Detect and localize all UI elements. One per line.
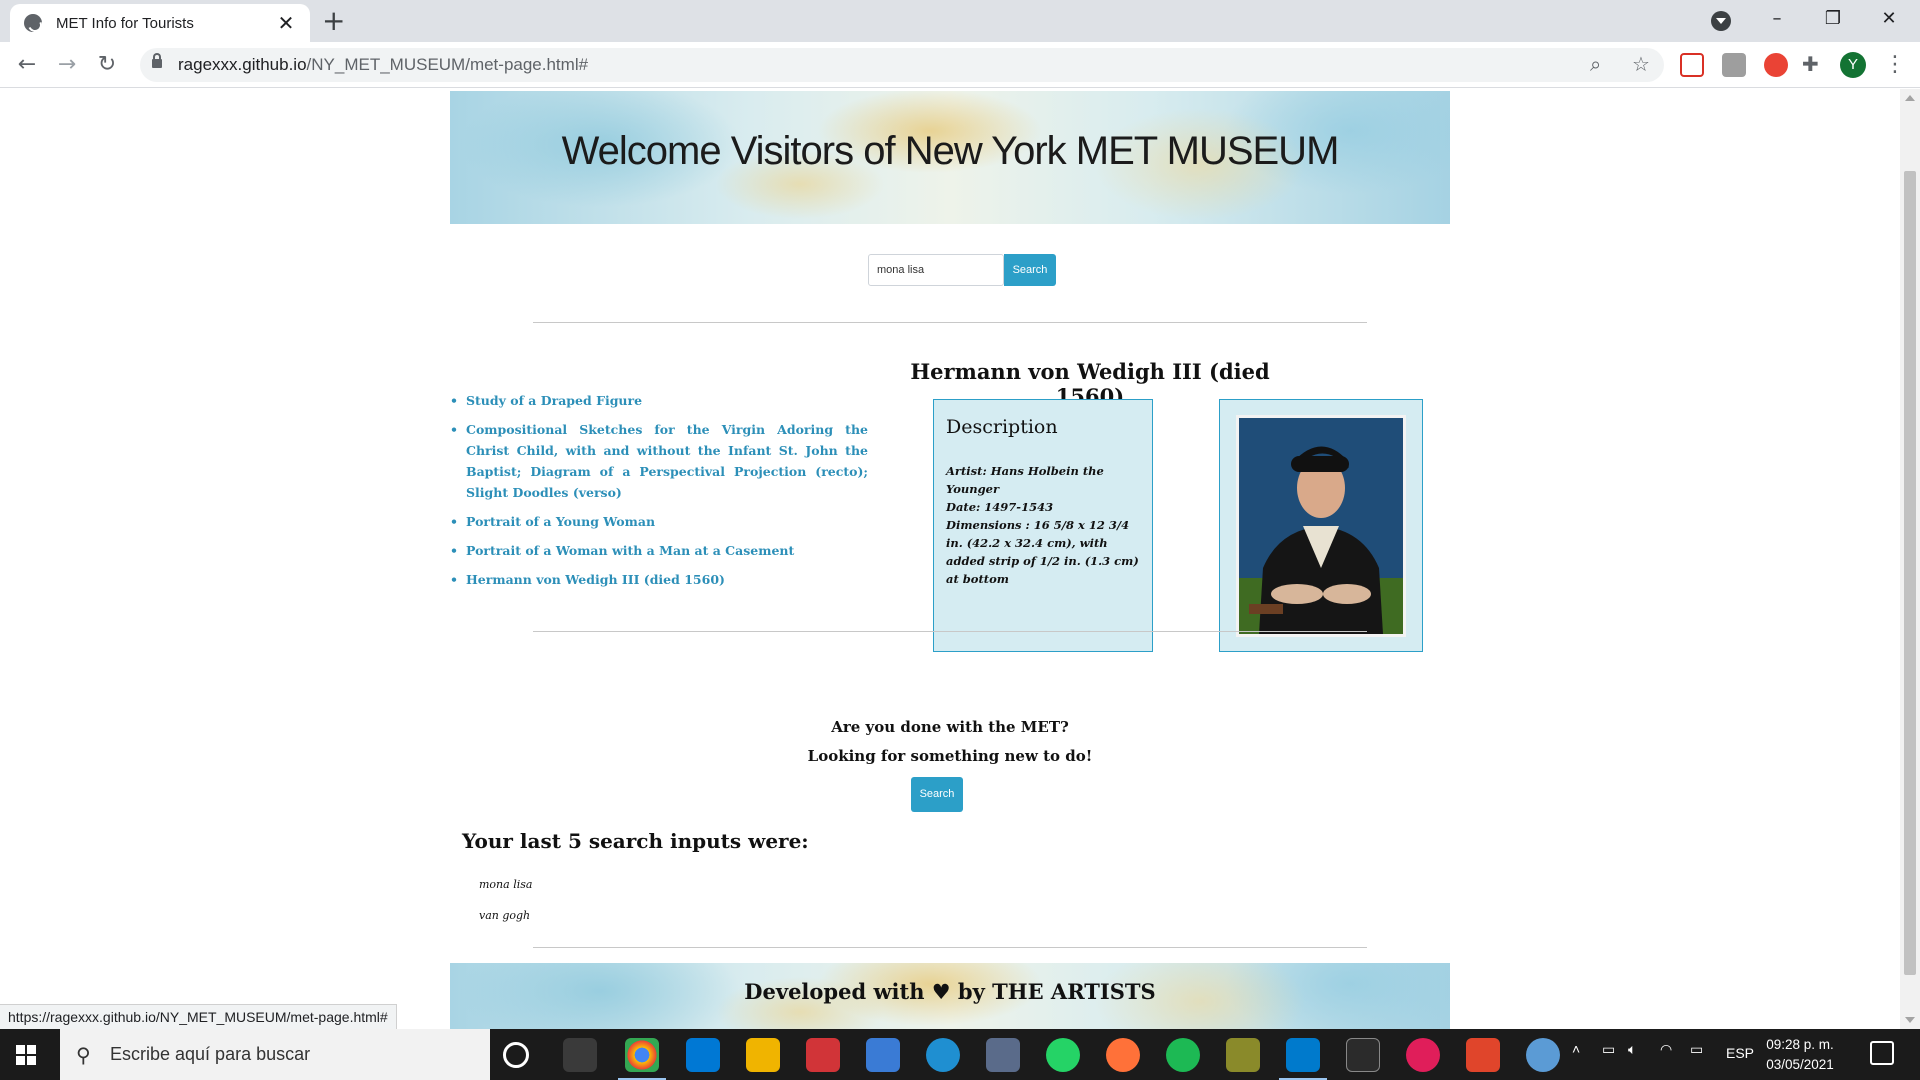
firefox-app-icon[interactable] <box>1106 1038 1140 1072</box>
taskbar-search-placeholder: Escribe aquí para buscar <box>110 1044 311 1064</box>
scroll-up-icon[interactable] <box>1905 95 1915 101</box>
status-bar-url: https://ragexxx.github.io/NY_MET_MUSEUM/… <box>0 1004 397 1029</box>
taskbar-search-box[interactable]: ⚲ Escribe aquí para buscar <box>60 1029 490 1080</box>
close-window-icon[interactable]: ✕ <box>1874 4 1904 34</box>
footer-banner: Developed with ♥ by THE ARTISTS <box>450 963 1450 1029</box>
bookmark-star-icon[interactable]: ☆ <box>1632 52 1650 76</box>
minimize-icon[interactable]: – <box>1762 4 1792 34</box>
store-app-icon[interactable] <box>866 1038 900 1072</box>
scroll-down-icon[interactable] <box>1905 1017 1915 1023</box>
new-tab-button[interactable]: + <box>322 6 345 36</box>
last-searches-heading: Your last 5 search inputs were: <box>462 829 809 853</box>
last-searches-list: mona lisa van gogh <box>479 869 532 931</box>
zoom-icon[interactable]: ⌕ <box>1590 52 1601 76</box>
clock-time: 09:28 p. m. <box>1766 1037 1834 1052</box>
divider <box>533 322 1367 323</box>
tab-title: MET Info for Tourists <box>56 14 194 32</box>
header-banner: Welcome Visitors of New York MET MUSEUM <box>450 91 1450 224</box>
results-list: Study of a Draped Figure Compositional S… <box>450 390 868 598</box>
taskbar: ⚲ Escribe aquí para buscar ˄ ▭ 🔈︎ ◠ ▭ ES… <box>0 1029 1920 1080</box>
forward-icon[interactable]: → <box>52 50 82 80</box>
divider <box>533 631 1367 632</box>
tab-search-icon[interactable] <box>1711 11 1731 31</box>
lock-icon[interactable] <box>152 53 162 68</box>
extension-honey-icon[interactable] <box>1722 53 1746 77</box>
restore-icon[interactable]: ❐ <box>1818 4 1848 34</box>
edge-app-icon[interactable] <box>926 1038 960 1072</box>
tray-chevron-icon[interactable]: ˄ <box>1572 1041 1580 1057</box>
file-explorer-icon[interactable] <box>746 1038 780 1072</box>
find-activity-button[interactable]: Search <box>911 777 963 812</box>
remote-app-icon[interactable] <box>986 1038 1020 1072</box>
artwork-image <box>1236 415 1406 637</box>
page-viewport: Welcome Visitors of New York MET MUSEUM … <box>0 89 1900 1029</box>
reload-icon[interactable]: ↻ <box>92 50 122 80</box>
browser-toolbar: ← → ↻ ragexxx.github.io/NY_MET_MUSEUM/me… <box>0 42 1920 88</box>
gift-app-icon[interactable] <box>806 1038 840 1072</box>
globe-icon <box>24 14 42 32</box>
footer-credit: Developed with ♥ by THE ARTISTS <box>744 979 1156 1004</box>
artist-text: Artist: Hans Holbein the Younger <box>946 464 1104 496</box>
notifications-icon[interactable] <box>1870 1041 1894 1065</box>
artwork-image-panel <box>1219 399 1423 652</box>
result-link[interactable]: Portrait of a Woman with a Man at a Case… <box>450 540 868 561</box>
last-search-item: van gogh <box>479 909 531 922</box>
battery-icon[interactable]: ▭ <box>1690 1041 1703 1058</box>
terminal-app-icon[interactable] <box>1346 1038 1380 1072</box>
extensions-puzzle-icon[interactable]: ✚ <box>1802 52 1819 76</box>
mail-app-icon[interactable] <box>686 1038 720 1072</box>
wifi-icon[interactable]: ◠ <box>1660 1041 1672 1058</box>
taskbar-clock[interactable]: 09:28 p. m. 03/05/2021 <box>1750 1035 1850 1075</box>
cortana-icon[interactable] <box>503 1042 529 1068</box>
result-link[interactable]: Portrait of a Young Woman <box>450 511 868 532</box>
close-tab-icon[interactable]: ✕ <box>276 13 296 33</box>
divider <box>533 947 1367 948</box>
spotify-app-icon[interactable] <box>1166 1038 1200 1072</box>
snip-app-icon[interactable] <box>1226 1038 1260 1072</box>
url-text[interactable]: ragexxx.github.io/NY_MET_MUSEUM/met-page… <box>178 55 588 75</box>
search-input[interactable]: mona lisa <box>868 254 1004 286</box>
audio-app-icon[interactable] <box>1466 1038 1500 1072</box>
search-icon: ⚲ <box>76 1043 91 1067</box>
menu-icon[interactable]: ⋮ <box>1884 50 1906 80</box>
volume-icon[interactable]: 🔈︎ <box>1628 1041 1636 1058</box>
search-button[interactable]: Search <box>1004 254 1056 286</box>
back-icon[interactable]: ← <box>12 50 42 80</box>
page-title: Welcome Visitors of New York MET MUSEUM <box>561 129 1340 173</box>
extension-pocket-icon[interactable] <box>1680 53 1704 77</box>
done-suggestion: Looking for something new to do! <box>807 747 1093 765</box>
result-link[interactable]: Hermann von Wedigh III (died 1560) <box>450 569 868 590</box>
task-view-icon[interactable] <box>563 1038 597 1072</box>
clock-date: 03/05/2021 <box>1766 1057 1834 1072</box>
whatsapp-app-icon[interactable] <box>1046 1038 1080 1072</box>
description-heading: Description <box>946 416 1058 438</box>
extension-badge-icon[interactable] <box>1764 53 1788 77</box>
description-panel: Description Artist: Hans Holbein the You… <box>933 399 1153 652</box>
browser-tab[interactable]: MET Info for Tourists ✕ <box>10 4 310 42</box>
last-search-item: mona lisa <box>479 878 533 891</box>
dimensions-text: Dimensions : 16 5/8 x 12 3/4 in. (42.2 x… <box>946 518 1139 586</box>
vscode-app-icon[interactable] <box>1279 1038 1327 1080</box>
scrollbar-thumb[interactable] <box>1904 171 1916 975</box>
page-scrollbar[interactable] <box>1900 89 1920 1029</box>
date-text: Date: 1497-1543 <box>946 500 1054 514</box>
result-link[interactable]: Study of a Draped Figure <box>450 390 868 411</box>
result-link[interactable]: Compositional Sketches for the Virgin Ad… <box>450 419 868 503</box>
done-question: Are you done with the MET? <box>831 718 1069 736</box>
tray-device-icon[interactable]: ▭ <box>1602 1041 1615 1058</box>
windows-start-icon[interactable] <box>16 1045 36 1065</box>
paint-app-icon[interactable] <box>1526 1038 1560 1072</box>
chrome-app-icon[interactable] <box>618 1038 666 1080</box>
tab-strip: MET Info for Tourists ✕ + – ❐ ✕ <box>0 0 1920 42</box>
slack-app-icon[interactable] <box>1406 1038 1440 1072</box>
profile-avatar[interactable]: Y <box>1840 52 1866 78</box>
